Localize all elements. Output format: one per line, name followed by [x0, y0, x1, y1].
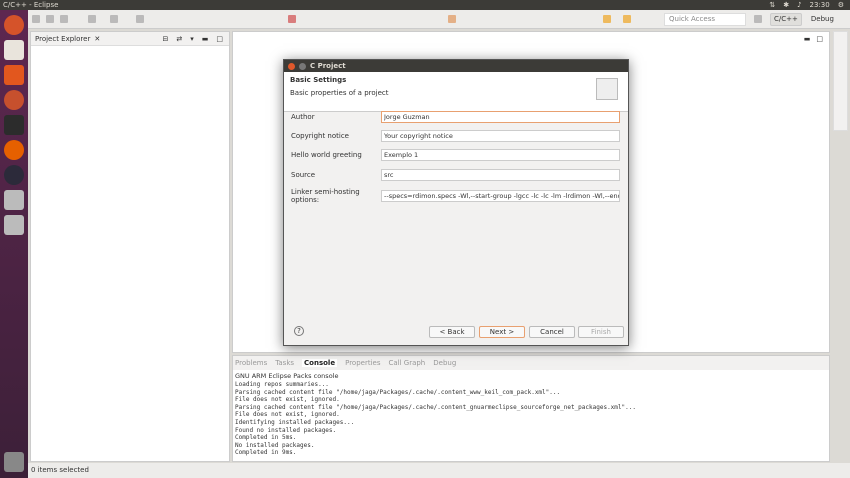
- print-icon[interactable]: [60, 15, 68, 23]
- drive-icon[interactable]: [4, 215, 24, 235]
- stop-icon[interactable]: [288, 15, 296, 23]
- tab-properties[interactable]: Properties: [345, 359, 380, 367]
- source-label: Source: [291, 171, 316, 179]
- firefox-icon[interactable]: [4, 140, 24, 160]
- help-button[interactable]: ?: [294, 326, 304, 336]
- page-title: Basic Settings: [290, 76, 347, 84]
- tab-call-graph[interactable]: Call Graph: [388, 359, 425, 367]
- settings-gear-icon[interactable]: ⚙: [838, 0, 844, 10]
- minimize-icon[interactable]: ▬: [804, 35, 811, 43]
- author-label: Author: [291, 113, 315, 121]
- minimize-icon[interactable]: ▬: [202, 32, 209, 46]
- console-view: Problems Tasks Console Properties Call G…: [232, 355, 830, 462]
- status-bar: 0 items selected: [28, 463, 850, 478]
- save-icon[interactable]: [46, 15, 54, 23]
- wizard-banner-icon: [596, 78, 618, 100]
- new-icon[interactable]: [32, 15, 40, 23]
- tab-debug[interactable]: Debug: [433, 359, 456, 367]
- system-top-bar: C/C++ - Eclipse ⇅ ✱ ♪ 23:30 ⚙: [0, 0, 850, 10]
- view-menu-icon[interactable]: ▾: [190, 32, 194, 46]
- main-toolbar: Quick Access C/C++ Debug: [28, 10, 850, 29]
- collapse-all-icon[interactable]: ⊟: [162, 32, 168, 46]
- perspective-debug[interactable]: Debug: [807, 13, 838, 26]
- unity-launcher: [0, 10, 28, 478]
- greeting-field[interactable]: [381, 149, 620, 161]
- status-text: 0 items selected: [31, 466, 89, 474]
- bluetooth-icon[interactable]: ✱: [783, 0, 789, 10]
- link-icon[interactable]: ⇄: [176, 32, 182, 46]
- quick-access-input[interactable]: Quick Access: [664, 13, 746, 26]
- back-button[interactable]: < Back: [429, 326, 475, 338]
- eclipse-icon[interactable]: [4, 165, 24, 185]
- linker-options-field[interactable]: [381, 190, 620, 202]
- project-explorer-tab[interactable]: Project Explorer: [35, 32, 90, 46]
- trash-icon[interactable]: [4, 452, 24, 472]
- source-field[interactable]: [381, 169, 620, 181]
- system-settings-icon[interactable]: [4, 90, 24, 110]
- build-icon[interactable]: [88, 15, 96, 23]
- open-perspective-icon[interactable]: [754, 15, 762, 23]
- project-explorer-view: Project Explorer ✕ ⊟ ⇄ ▾ ▬ □: [30, 31, 230, 462]
- copyright-label: Copyright notice: [291, 132, 349, 140]
- run-icon[interactable]: [136, 15, 144, 23]
- tab-console[interactable]: Console: [302, 359, 338, 367]
- close-icon[interactable]: ✕: [94, 32, 100, 46]
- back-nav-icon[interactable]: [603, 15, 611, 23]
- greeting-label: Hello world greeting: [291, 151, 362, 159]
- close-icon[interactable]: [288, 62, 295, 70]
- copyright-field[interactable]: [381, 130, 620, 142]
- search-icon[interactable]: [448, 15, 456, 23]
- maximize-icon[interactable]: □: [216, 32, 223, 46]
- perspective-cpp[interactable]: C/C++: [770, 13, 802, 26]
- page-description: Basic properties of a project: [290, 89, 389, 97]
- files-icon[interactable]: [4, 40, 24, 60]
- trimmed-views-bar[interactable]: [833, 31, 848, 131]
- tab-tasks[interactable]: Tasks: [275, 359, 294, 367]
- finish-button[interactable]: Finish: [578, 326, 624, 338]
- minimize-icon[interactable]: [299, 62, 306, 70]
- network-icon[interactable]: ⇅: [769, 0, 775, 10]
- window-title: C/C++ - Eclipse: [3, 1, 59, 9]
- author-field[interactable]: [381, 111, 620, 123]
- volume-icon[interactable]: ♪: [797, 0, 801, 10]
- linker-options-label: Linker semi-hosting options:: [291, 188, 360, 204]
- maximize-icon[interactable]: □: [816, 35, 823, 43]
- c-project-dialog: C Project Basic Settings Basic properties…: [283, 59, 629, 346]
- debug-icon[interactable]: [110, 15, 118, 23]
- forward-nav-icon[interactable]: [623, 15, 631, 23]
- cancel-button[interactable]: Cancel: [529, 326, 575, 338]
- dialog-title: C Project: [310, 62, 346, 70]
- dash-icon[interactable]: [4, 15, 24, 35]
- console-title: GNU ARM Eclipse Packs console: [235, 372, 339, 380]
- console-output[interactable]: Loading repos summaries... Parsing cache…: [233, 381, 829, 457]
- clock[interactable]: 23:30: [810, 0, 830, 10]
- next-button[interactable]: Next >: [479, 326, 525, 338]
- software-center-icon[interactable]: [4, 65, 24, 85]
- terminal-icon[interactable]: [4, 115, 24, 135]
- tab-problems[interactable]: Problems: [235, 359, 267, 367]
- drive-icon[interactable]: [4, 190, 24, 210]
